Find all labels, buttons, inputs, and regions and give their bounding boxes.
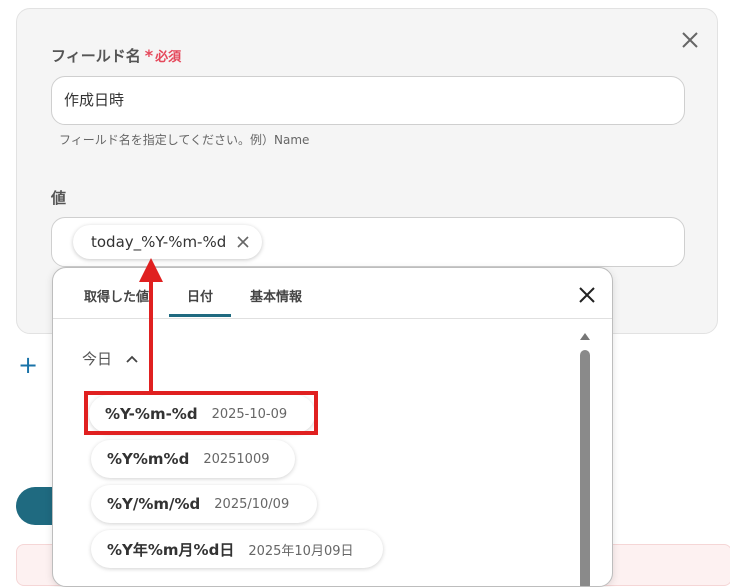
scroll-up-icon[interactable]	[579, 331, 591, 341]
card-close-icon[interactable]	[680, 30, 700, 50]
option-example: 2025年10月09日	[248, 543, 354, 559]
section-today-label: 今日	[82, 350, 113, 368]
option-format: %Y%m%d	[107, 450, 190, 468]
option-example: 2025/10/09	[214, 496, 290, 512]
required-badge: * 必須	[144, 46, 182, 65]
value-label: 値	[51, 189, 67, 207]
scrollbar-thumb[interactable]	[580, 350, 590, 586]
option-format: %Y/%m/%d	[107, 495, 201, 513]
section-today-toggle[interactable]: 今日	[82, 348, 138, 369]
date-option[interactable]: %Y/%m/%d 2025/10/09	[91, 485, 317, 523]
tab-basic-info[interactable]: 基本情報	[250, 286, 302, 305]
picker-tabs: 取得した値 日付 基本情報	[53, 268, 612, 319]
add-plus-icon[interactable]: +	[18, 353, 38, 377]
popup-close-icon[interactable]	[577, 285, 597, 305]
chevron-up-icon	[126, 355, 138, 363]
chip-remove-icon[interactable]	[236, 235, 250, 249]
annotation-highlight-box	[84, 391, 318, 435]
field-name-hint: フィールド名を指定してください。例）Name	[59, 133, 310, 147]
field-name-input[interactable]: 作成日時	[51, 76, 685, 125]
date-option[interactable]: %Y%m%d 20251009	[91, 440, 295, 478]
option-format: %Y年%m月%d日	[107, 540, 235, 559]
tab-acquired-values[interactable]: 取得した値	[84, 286, 149, 305]
tab-date[interactable]: 日付	[168, 286, 232, 317]
value-chip[interactable]: today_%Y-%m-%d	[73, 225, 263, 259]
date-option[interactable]: %Y年%m月%d日 2025年10月09日	[91, 530, 383, 568]
field-name-label: フィールド名 * 必須	[51, 46, 182, 65]
option-example: 20251009	[203, 451, 270, 467]
value-chip-text: today_%Y-%m-%d	[91, 233, 227, 251]
